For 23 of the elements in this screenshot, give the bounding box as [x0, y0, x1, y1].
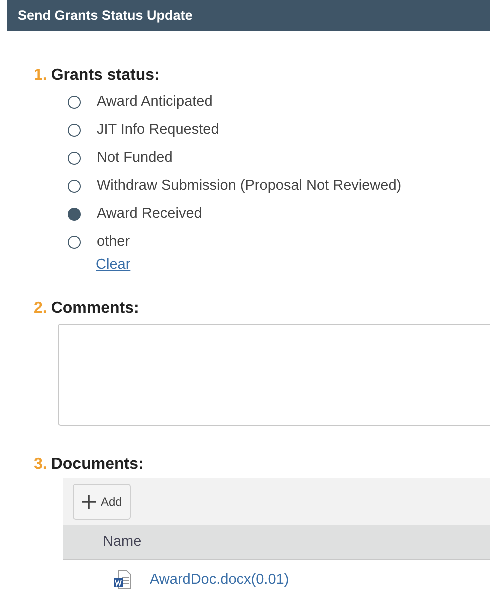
radio-button[interactable]	[68, 96, 81, 109]
radio-label[interactable]: Not Funded	[97, 150, 173, 166]
clear-link[interactable]: Clear	[96, 257, 131, 273]
section-heading: 3. Documents:	[33, 456, 145, 474]
column-header: Name	[103, 534, 142, 550]
radio-button[interactable]	[68, 180, 81, 193]
section-heading: 2. Comments:	[33, 300, 140, 318]
add-button[interactable]: Add	[73, 484, 132, 520]
radio-label[interactable]: Withdraw Submission (Proposal Not Reviewed)	[97, 178, 402, 194]
radio-button[interactable]	[68, 152, 81, 165]
radio-button[interactable]	[68, 208, 81, 221]
window-title: Send Grants Status Update	[18, 8, 193, 23]
radio-label[interactable]: Award Anticipated	[97, 94, 213, 110]
word-document-icon	[113, 570, 133, 590]
radio-label[interactable]: Award Received	[97, 206, 202, 222]
radio-label[interactable]: JIT Info Requested	[97, 122, 220, 138]
radio-label[interactable]: other	[97, 234, 130, 250]
radio-button[interactable]	[68, 236, 81, 249]
section-heading: 1. Grants status:	[33, 67, 161, 85]
plus-icon	[82, 494, 96, 508]
radio-button[interactable]	[68, 124, 81, 137]
comments-field[interactable]	[58, 324, 490, 426]
file-link[interactable]: AwardDoc.docx(0.01)	[150, 572, 290, 588]
